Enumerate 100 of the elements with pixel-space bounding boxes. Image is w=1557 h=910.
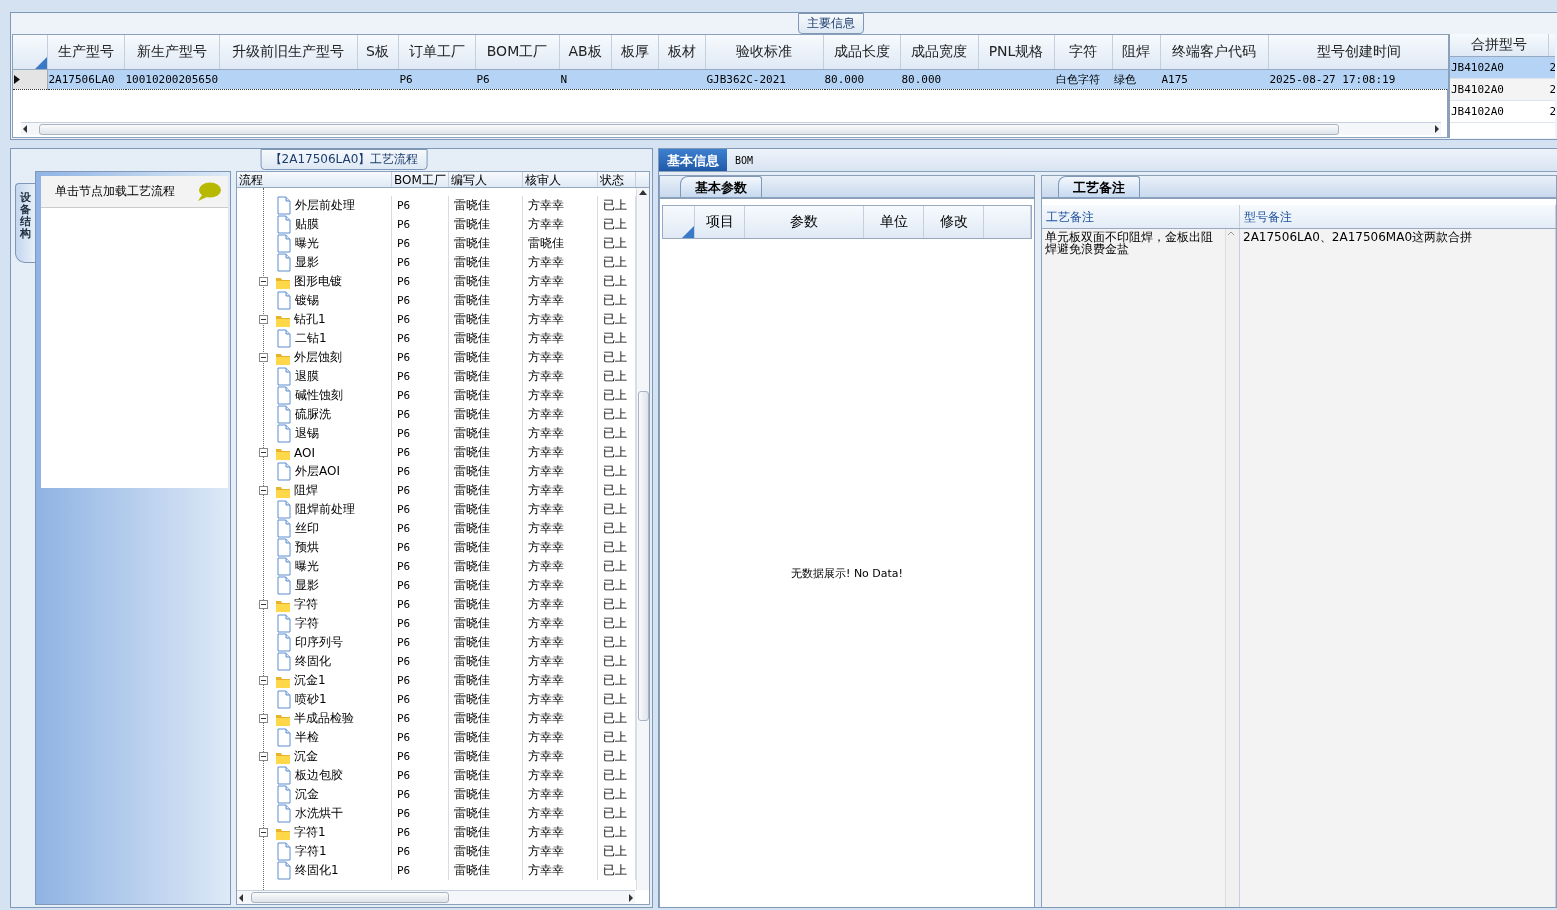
tree-node[interactable]: 镀锡 (295, 292, 319, 309)
scrollbar-thumb[interactable] (39, 123, 1339, 135)
table-row[interactable]: 2A17506LA0 10010200205650 P6 P6 N GJB362C-2021 80.000 80.000 白色字符 绿色 A175 2025-08-27 17:08:19 (13, 69, 1449, 89)
side-tab[interactable]: 设备结构 (15, 183, 35, 263)
tree-node[interactable]: 字符 (295, 615, 319, 632)
tree-node[interactable]: 曝光 (295, 235, 319, 252)
tree-node[interactable]: 印序列号 (295, 634, 343, 651)
column-header[interactable]: 成品宽度 (900, 35, 978, 69)
column-header[interactable]: BOM工厂 (475, 35, 559, 69)
tree-node[interactable]: 终固化 (295, 653, 331, 670)
tab[interactable]: 基本信息 (659, 149, 727, 171)
column-header[interactable]: 生产型号 (47, 35, 124, 69)
sub-tab[interactable]: 基本参数 (680, 176, 762, 197)
column-header[interactable]: 字符 (1054, 35, 1112, 69)
collapse-icon[interactable] (259, 353, 268, 362)
collapse-icon[interactable] (259, 448, 268, 457)
table-cell: 已上 (603, 577, 627, 594)
collapse-icon[interactable] (259, 600, 268, 609)
document-icon (276, 424, 292, 443)
column-header[interactable]: 工艺备注 (1042, 205, 1240, 228)
nav-hint: 单击节点加载工艺流程 (55, 183, 175, 200)
tree-node[interactable]: 碱性蚀刻 (295, 387, 343, 404)
tree-node[interactable]: 沉金 (295, 786, 319, 803)
tree-node[interactable]: 阻焊 (294, 482, 318, 499)
document-icon (276, 500, 292, 519)
table-cell: 方幸幸 (528, 368, 564, 385)
tree-node[interactable]: AOI (294, 445, 315, 460)
column-header[interactable]: 终端客户代码 (1160, 35, 1268, 69)
horizontal-scrollbar[interactable] (237, 890, 635, 904)
tree-node[interactable]: 外层蚀刻 (294, 349, 342, 366)
scrollbar-thumb[interactable] (251, 892, 449, 903)
corner-cell[interactable] (13, 35, 47, 69)
column-header[interactable]: 板厚 (611, 35, 658, 69)
table-row[interactable]: JB4102A0 2 (1450, 100, 1555, 122)
column-header[interactable]: 编写人 (449, 172, 523, 187)
sub-tab[interactable]: 工艺备注 (1058, 176, 1140, 197)
column-header[interactable]: 参数 (745, 206, 864, 238)
tree-node[interactable]: 半检 (295, 729, 319, 746)
tree-node[interactable]: 预烘 (295, 539, 319, 556)
column-header[interactable]: 单位 (864, 206, 924, 238)
tree-node[interactable]: 沉金1 (294, 672, 326, 689)
column-header[interactable]: 升级前旧生产型号 (219, 35, 357, 69)
column-header[interactable]: 核审人 (523, 172, 598, 187)
tree-node[interactable]: 曝光 (295, 558, 319, 575)
scrollbar-thumb[interactable] (637, 391, 649, 721)
tree-node[interactable]: 半成品检验 (294, 710, 354, 727)
collapse-icon[interactable] (259, 828, 268, 837)
table-cell: P6 (476, 72, 490, 86)
tree-node[interactable]: 钻孔1 (294, 311, 326, 328)
tree-node[interactable]: 喷砂1 (295, 691, 327, 708)
tree-node[interactable]: 硫脲洗 (295, 406, 331, 423)
table-cell: P6 (397, 199, 411, 212)
tree-node[interactable]: 图形电镀 (294, 273, 342, 290)
column-header[interactable]: 流程 (237, 172, 392, 187)
tree-node[interactable]: 退锡 (295, 425, 319, 442)
tree-node[interactable]: 阻焊前处理 (295, 501, 355, 518)
tree-node[interactable]: 字符1 (295, 843, 327, 860)
column-header[interactable]: PNL规格 (978, 35, 1054, 69)
table-cell: P6 (397, 636, 411, 649)
tree-node[interactable]: 水洗烘干 (295, 805, 343, 822)
column-header[interactable]: 订单工厂 (398, 35, 475, 69)
column-header[interactable]: AB板 (559, 35, 611, 69)
tree-node[interactable]: 退膜 (295, 368, 319, 385)
tree-node[interactable]: 字符 (294, 596, 318, 613)
scroll-right-icon (627, 892, 635, 903)
collapse-icon[interactable] (259, 676, 268, 685)
column-header[interactable]: 板材 (658, 35, 705, 69)
tree-node[interactable]: 显影 (295, 254, 319, 271)
tree-node[interactable]: 贴膜 (295, 216, 319, 233)
column-header[interactable]: S板 (357, 35, 398, 69)
tree-node[interactable]: 显影 (295, 577, 319, 594)
collapse-icon[interactable] (259, 714, 268, 723)
tree-node[interactable]: 二钻1 (295, 330, 327, 347)
table-cell: 已上 (603, 463, 627, 480)
tree-node[interactable]: 板边包胶 (295, 767, 343, 784)
tab[interactable]: BOM (727, 149, 762, 171)
column-header[interactable]: 合拼型号 (1450, 34, 1548, 56)
collapse-icon[interactable] (259, 277, 268, 286)
column-header[interactable]: 阻焊 (1112, 35, 1160, 69)
column-header[interactable]: 状态 (598, 172, 636, 187)
tree-node[interactable]: 外层AOI (295, 463, 340, 480)
tree-node[interactable]: 终固化1 (295, 862, 339, 879)
column-header[interactable]: 修改 (924, 206, 984, 238)
table-cell: 已上 (603, 349, 627, 366)
tree-node[interactable]: 沉金 (294, 748, 318, 765)
collapse-icon[interactable] (259, 486, 268, 495)
tree-node[interactable]: 字符1 (294, 824, 326, 841)
tree-node[interactable]: 外层前处理 (295, 197, 355, 214)
column-header[interactable]: 新生产型号 (124, 35, 219, 69)
tree-node[interactable]: 丝印 (295, 520, 319, 537)
collapse-icon[interactable] (259, 752, 268, 761)
column-header[interactable]: 验收标准 (705, 35, 823, 69)
column-header[interactable]: 型号备注 (1240, 205, 1556, 228)
column-header[interactable]: 型号创建时间 (1268, 35, 1449, 69)
column-header[interactable]: 项目 (695, 206, 745, 238)
column-header[interactable]: BOM工厂 (392, 172, 449, 187)
vertical-scrollbar[interactable] (636, 188, 649, 890)
column-header[interactable]: 成品长度 (823, 35, 900, 69)
horizontal-scrollbar[interactable] (21, 122, 1441, 135)
collapse-icon[interactable] (259, 315, 268, 324)
